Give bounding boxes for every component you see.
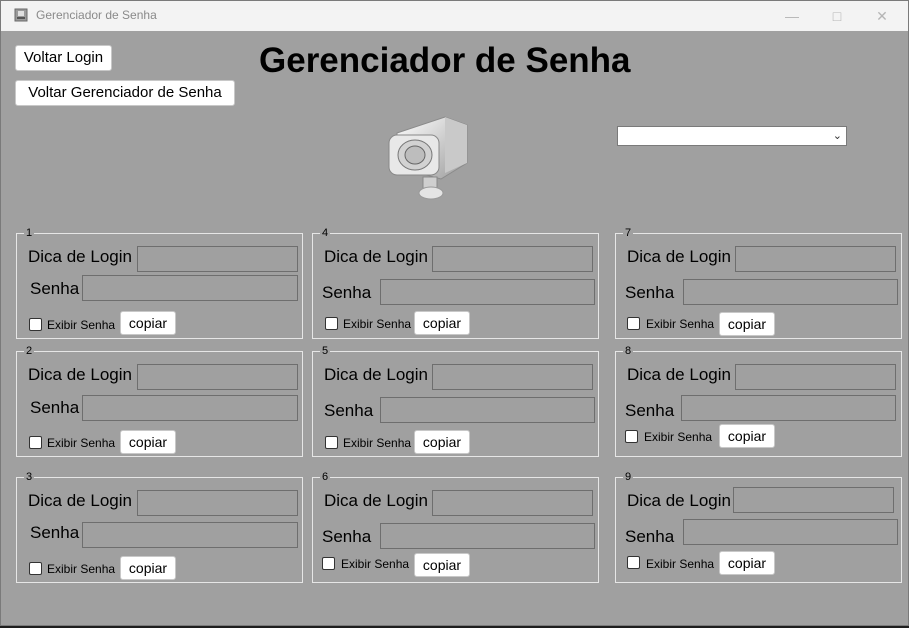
window-title: Gerenciador de Senha [36, 8, 157, 22]
copy-button[interactable]: copiar [414, 553, 470, 577]
login-hint-field[interactable] [432, 364, 593, 390]
app-window: Gerenciador de Senha — □ ✕ Voltar Login … [0, 0, 909, 626]
login-hint-field[interactable] [432, 490, 593, 516]
password-field[interactable] [380, 523, 595, 549]
show-password-checkbox[interactable] [325, 436, 338, 449]
password-group-3: 3 Dica de Login Senha Exibir Senha copia… [16, 470, 303, 583]
password-label: Senha [625, 527, 675, 546]
show-password-label: Exibir Senha [343, 436, 412, 450]
password-label: Senha [30, 523, 80, 542]
maximize-icon[interactable]: □ [814, 1, 860, 31]
login-hint-field[interactable] [735, 364, 896, 390]
login-hint-field[interactable] [733, 487, 894, 513]
group-number: 5 [320, 344, 331, 358]
group-number: 2 [24, 344, 35, 358]
login-hint-field[interactable] [137, 364, 298, 390]
password-group-5: 5 Dica de Login Senha Exibir Senha copia… [312, 344, 599, 457]
password-field[interactable] [683, 279, 898, 305]
show-password-label: Exibir Senha [341, 557, 410, 571]
password-group-6: 6 Dica de Login Senha Exibir Senha copia… [312, 470, 599, 583]
copy-button[interactable]: copiar [719, 551, 775, 575]
login-hint-label: Dica de Login [627, 365, 731, 384]
page-title: Gerenciador de Senha [259, 41, 631, 80]
password-label: Senha [322, 283, 372, 302]
login-hint-field[interactable] [137, 246, 298, 272]
group-number: 8 [623, 344, 634, 358]
password-group-7: 7 Dica de Login Senha Exibir Senha copia… [615, 226, 902, 339]
login-hint-field[interactable] [137, 490, 298, 516]
password-field[interactable] [82, 275, 298, 301]
password-field[interactable] [380, 279, 595, 305]
login-hint-label: Dica de Login [28, 491, 132, 510]
group-number: 7 [623, 226, 634, 240]
login-hint-field[interactable] [432, 246, 593, 272]
login-hint-label: Dica de Login [28, 247, 132, 266]
show-password-checkbox[interactable] [322, 557, 335, 570]
minimize-icon[interactable]: — [769, 1, 815, 31]
group-number: 6 [320, 470, 331, 484]
show-password-label: Exibir Senha [47, 436, 116, 450]
show-password-checkbox[interactable] [627, 556, 640, 569]
show-password-label: Exibir Senha [47, 318, 116, 332]
main-area: Voltar Login Voltar Gerenciador de Senha… [1, 31, 908, 625]
security-camera-icon [388, 116, 468, 200]
login-hint-label: Dica de Login [324, 247, 428, 266]
password-field[interactable] [380, 397, 595, 423]
close-icon[interactable]: ✕ [859, 1, 905, 31]
password-field[interactable] [82, 395, 298, 421]
show-password-label: Exibir Senha [646, 317, 715, 331]
show-password-checkbox[interactable] [325, 317, 338, 330]
password-group-2: 2 Dica de Login Senha Exibir Senha copia… [16, 344, 303, 457]
group-number: 4 [320, 226, 331, 240]
password-group-9: 9 Dica de Login Senha Exibir Senha copia… [615, 470, 902, 583]
show-password-checkbox[interactable] [29, 436, 42, 449]
password-label: Senha [30, 279, 80, 298]
show-password-label: Exibir Senha [47, 562, 116, 576]
show-password-checkbox[interactable] [29, 562, 42, 575]
copy-button[interactable]: copiar [120, 430, 176, 454]
copy-button[interactable]: copiar [120, 556, 176, 580]
show-password-checkbox[interactable] [625, 430, 638, 443]
copy-button[interactable]: copiar [719, 424, 775, 448]
copy-button[interactable]: copiar [414, 311, 470, 335]
password-label: Senha [30, 398, 80, 417]
copy-button[interactable]: copiar [414, 430, 470, 454]
show-password-label: Exibir Senha [343, 317, 412, 331]
show-password-checkbox[interactable] [29, 318, 42, 331]
password-group-1: 1 Dica de Login Senha Exibir Senha copia… [16, 226, 303, 339]
password-label: Senha [322, 527, 372, 546]
password-label: Senha [324, 401, 374, 420]
copy-button[interactable]: copiar [719, 312, 775, 336]
show-password-label: Exibir Senha [644, 430, 713, 444]
password-label: Senha [625, 401, 675, 420]
login-hint-field[interactable] [735, 246, 896, 272]
show-password-checkbox[interactable] [627, 317, 640, 330]
account-select[interactable]: ⌄ [617, 126, 847, 146]
back-to-login-button[interactable]: Voltar Login [15, 45, 112, 71]
login-hint-label: Dica de Login [627, 491, 731, 510]
password-group-4: 4 Dica de Login Senha Exibir Senha copia… [312, 226, 599, 339]
login-hint-label: Dica de Login [28, 365, 132, 384]
chevron-down-icon: ⌄ [832, 130, 842, 142]
login-hint-label: Dica de Login [627, 247, 731, 266]
password-field[interactable] [82, 522, 298, 548]
password-group-8: 8 Dica de Login Senha Exibir Senha copia… [615, 344, 902, 457]
login-hint-label: Dica de Login [324, 365, 428, 384]
password-label: Senha [625, 283, 675, 302]
show-password-label: Exibir Senha [646, 557, 715, 571]
title-bar: Gerenciador de Senha — □ ✕ [1, 1, 908, 31]
login-hint-label: Dica de Login [324, 491, 428, 510]
copy-button[interactable]: copiar [120, 311, 176, 335]
group-number: 3 [24, 470, 35, 484]
group-number: 9 [623, 470, 634, 484]
group-number: 1 [24, 226, 35, 240]
password-field[interactable] [683, 519, 898, 545]
password-field[interactable] [681, 395, 896, 421]
app-icon [14, 8, 28, 22]
back-to-manager-button[interactable]: Voltar Gerenciador de Senha [15, 80, 235, 106]
